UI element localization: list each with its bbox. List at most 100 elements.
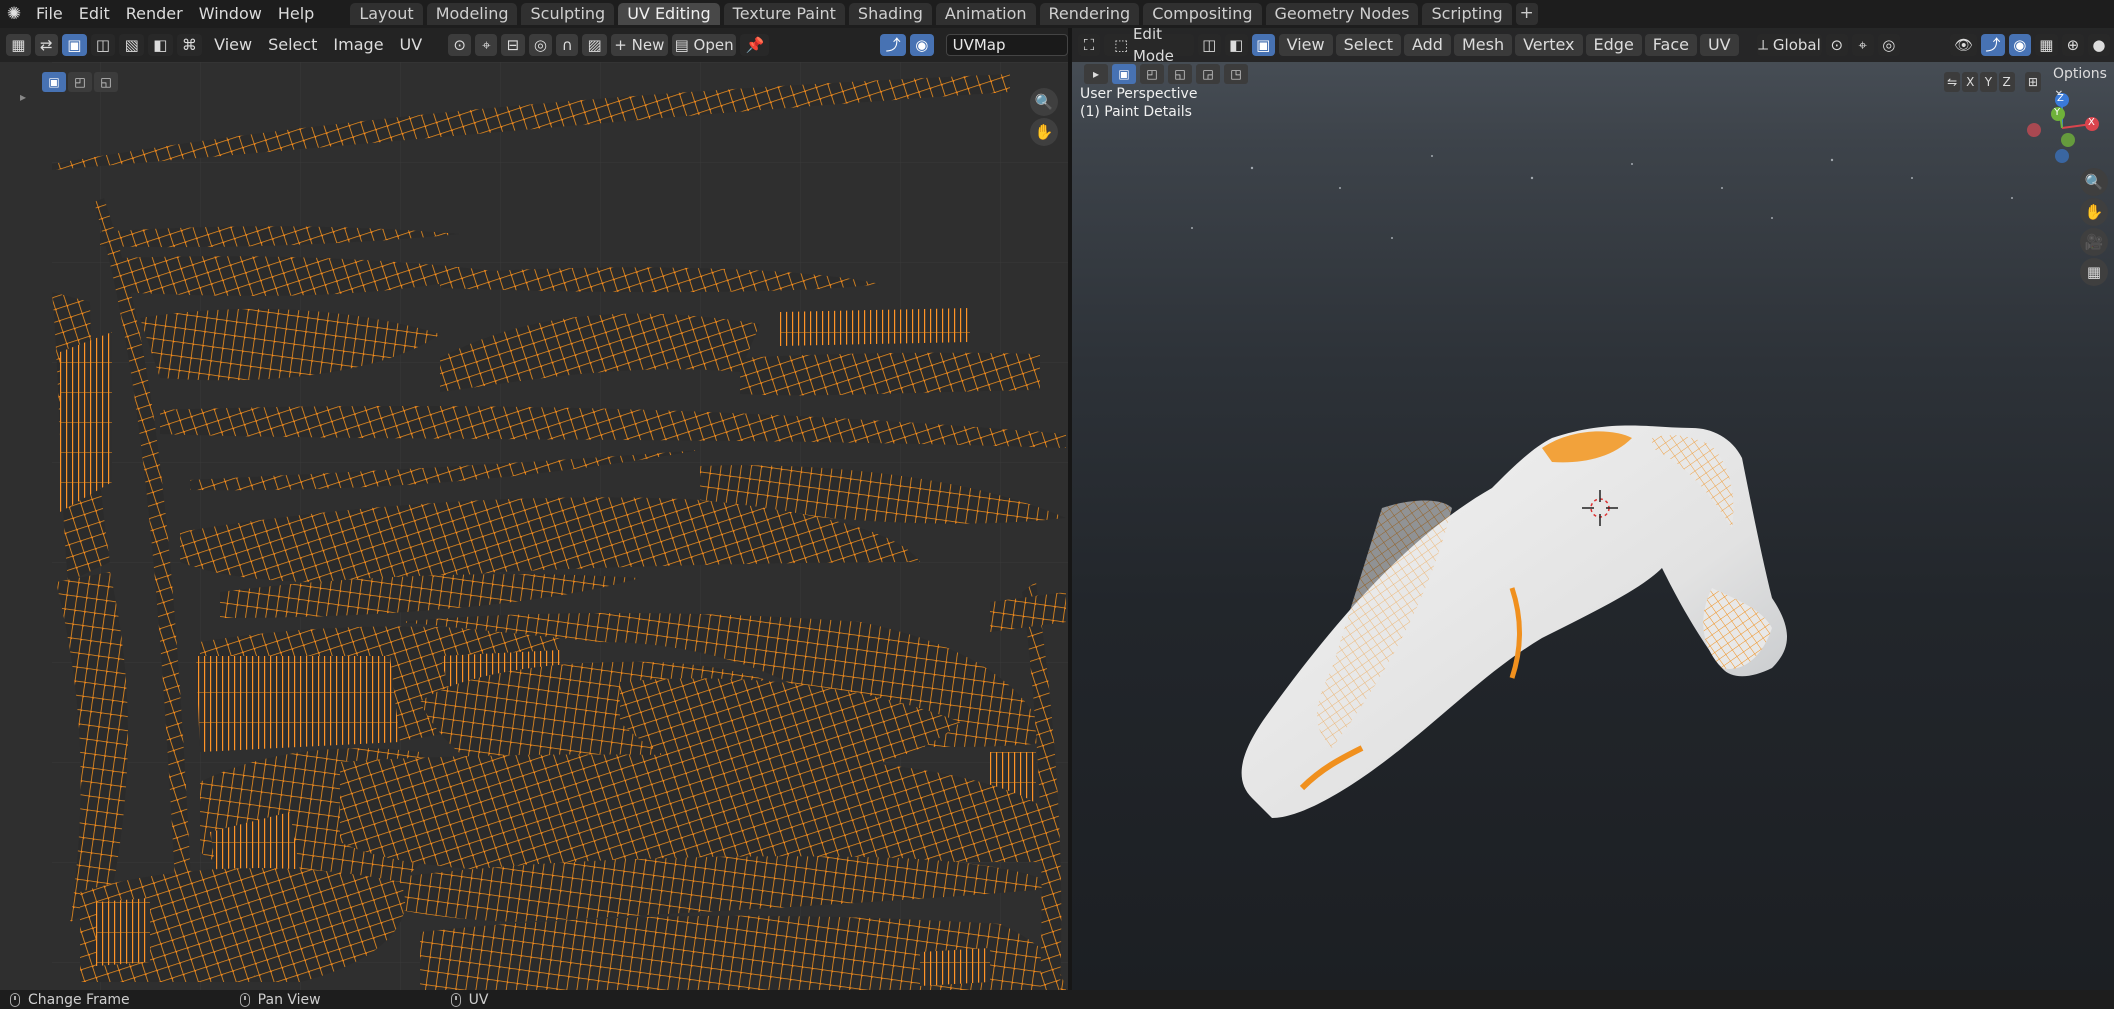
camera-icon[interactable]: 🎥 bbox=[2080, 228, 2108, 256]
select-mode-edge-icon[interactable]: ◫ bbox=[90, 34, 116, 56]
pin-icon[interactable]: 📌 bbox=[740, 34, 770, 56]
3d-viewport[interactable]: Z X Y ⛶ ⬚ Edit Mode ◫ ◧ ▣ View Select Ad… bbox=[1072, 28, 2114, 990]
menu-window[interactable]: Window bbox=[191, 0, 270, 28]
mouse-right-icon bbox=[450, 992, 461, 1007]
vp-proportional-icon[interactable]: ◎ bbox=[1877, 34, 1900, 56]
open-image-label: Open bbox=[693, 36, 734, 54]
vp-menu-edge[interactable]: Edge bbox=[1585, 34, 1642, 56]
shading-wire-icon[interactable]: ⊕ bbox=[2061, 34, 2084, 56]
editor-type-3d-icon[interactable]: ⛶ bbox=[1078, 34, 1100, 56]
tab-rendering[interactable]: Rendering bbox=[1039, 3, 1140, 25]
vp-overlay-icon[interactable]: ◉ bbox=[2008, 34, 2031, 56]
uv-menu-select[interactable]: Select bbox=[260, 34, 325, 56]
vp-gizmo-icon[interactable]: ⤴ bbox=[1981, 34, 2005, 56]
sync-selection-icon[interactable]: ⇄ bbox=[34, 34, 58, 56]
snapping-icon[interactable]: ⌖ bbox=[475, 34, 498, 56]
edge-select-icon[interactable]: ◧ bbox=[1224, 34, 1248, 56]
mode-label: Edit Mode bbox=[1132, 28, 1174, 65]
transform-orientation-selector[interactable]: ⟂ Global bbox=[1757, 34, 1822, 56]
vp-invert-selection-icon[interactable]: ◲ bbox=[1196, 64, 1220, 84]
tab-compositing[interactable]: Compositing bbox=[1143, 3, 1262, 25]
top-bar: ✺ File Edit Render Window Help Layout Mo… bbox=[0, 0, 2114, 28]
vp-new-selection-icon[interactable]: ▣ bbox=[1112, 64, 1136, 84]
mode-selector[interactable]: ⬚ Edit Mode bbox=[1104, 28, 1194, 65]
tab-uv-editing[interactable]: UV Editing bbox=[618, 3, 720, 25]
uv-canvas[interactable] bbox=[0, 62, 1068, 990]
axis-z-toggle[interactable]: Z bbox=[1998, 72, 2015, 92]
vp-subtract-selection-icon[interactable]: ◱ bbox=[1168, 64, 1192, 84]
mirror-icon[interactable]: ⇋ bbox=[1944, 72, 1961, 92]
uv-menu-image[interactable]: Image bbox=[325, 34, 391, 56]
falloff-icon[interactable]: ∩ bbox=[556, 34, 579, 56]
gizmo-toggle-icon[interactable]: ⤴ bbox=[880, 34, 906, 56]
vp-menu-face[interactable]: Face bbox=[1644, 34, 1697, 56]
vp-sub-header: ▸ ▣ ◰ ◱ ◲ ◳ bbox=[1084, 64, 1248, 84]
uv-menu-view[interactable]: View bbox=[206, 34, 260, 56]
new-image-button[interactable]: + New bbox=[610, 34, 668, 56]
tab-sculpting[interactable]: Sculpting bbox=[521, 3, 615, 25]
pivot-point-icon[interactable]: ⊙ bbox=[448, 34, 472, 56]
grid-icon[interactable]: ▦ bbox=[2080, 258, 2108, 286]
object-name-label: (1) Paint Details bbox=[1080, 104, 1192, 120]
mouse-middle-icon bbox=[239, 992, 250, 1007]
status-pan-view-label: Pan View bbox=[257, 991, 321, 1008]
sticky-selection-icon[interactable]: ⌘ bbox=[176, 34, 203, 56]
toolbar-toggle-icon[interactable]: ▸ bbox=[1084, 64, 1108, 84]
menu-file[interactable]: File bbox=[28, 0, 71, 28]
image-browse-icon[interactable]: ▨ bbox=[582, 34, 607, 56]
pivot-icon[interactable]: ⊙ bbox=[1825, 34, 1848, 56]
menu-render[interactable]: Render bbox=[118, 0, 191, 28]
vp-menu-select[interactable]: Select bbox=[1335, 34, 1401, 56]
subtract-selection-icon[interactable]: ◱ bbox=[94, 72, 118, 92]
auto-merge-icon[interactable]: ⊞ bbox=[2024, 72, 2041, 92]
uv-map-field[interactable]: UVMap bbox=[945, 34, 1068, 56]
tab-texture-paint[interactable]: Texture Paint bbox=[723, 3, 845, 25]
xray-icon[interactable]: ▦ bbox=[2034, 34, 2058, 56]
snap-target-icon[interactable]: ⊟ bbox=[501, 34, 525, 56]
pan-hand-icon[interactable]: ✋ bbox=[1030, 118, 1058, 146]
vp-intersect-selection-icon[interactable]: ◳ bbox=[1224, 64, 1248, 84]
uv-menu-uv[interactable]: UV bbox=[392, 34, 431, 56]
extend-selection-icon[interactable]: ◰ bbox=[68, 72, 92, 92]
shading-solid-icon[interactable]: ● bbox=[2087, 34, 2110, 56]
view-name-label: User Perspective bbox=[1080, 86, 1198, 102]
axis-y-toggle[interactable]: Y bbox=[1980, 72, 1997, 92]
menu-help[interactable]: Help bbox=[270, 0, 322, 28]
vp-menu-add[interactable]: Add bbox=[1403, 34, 1451, 56]
new-selection-icon[interactable]: ▣ bbox=[42, 72, 66, 92]
axis-toggle-group: ⇋ X Y Z ⊞ Options ⌄ bbox=[1944, 66, 2114, 98]
tab-scripting[interactable]: Scripting bbox=[1422, 3, 1512, 25]
vp-pan-hand-icon[interactable]: ✋ bbox=[2080, 198, 2108, 226]
vp-menu-uv[interactable]: UV bbox=[1699, 34, 1739, 56]
vp-extend-selection-icon[interactable]: ◰ bbox=[1140, 64, 1164, 84]
toolbar-expand-icon[interactable]: ▸ bbox=[20, 90, 26, 104]
vp-menu-view[interactable]: View bbox=[1278, 34, 1333, 56]
select-mode-vertex-icon[interactable]: ▣ bbox=[61, 34, 87, 56]
options-dropdown[interactable]: Options ⌄ bbox=[2053, 66, 2114, 98]
menu-edit[interactable]: Edit bbox=[71, 0, 118, 28]
tab-animation[interactable]: Animation bbox=[935, 3, 1036, 25]
vp-snapping-icon[interactable]: ⌖ bbox=[1851, 34, 1874, 56]
zoom-icon[interactable]: 🔍 bbox=[1030, 88, 1058, 116]
visibility-icon[interactable]: 👁 bbox=[1950, 34, 1978, 56]
axis-x-toggle[interactable]: X bbox=[1962, 72, 1979, 92]
face-select-icon[interactable]: ▣ bbox=[1251, 34, 1275, 56]
tab-shading[interactable]: Shading bbox=[848, 3, 932, 25]
status-change-frame-label: Change Frame bbox=[28, 991, 130, 1008]
vp-zoom-icon[interactable]: 🔍 bbox=[2080, 168, 2108, 196]
overlay-toggle-icon[interactable]: ◉ bbox=[909, 34, 934, 56]
vp-menu-mesh[interactable]: Mesh bbox=[1453, 34, 1513, 56]
status-bar: Change Frame Pan View UV bbox=[0, 990, 2114, 1009]
tab-layout[interactable]: Layout bbox=[350, 3, 423, 25]
tab-modeling[interactable]: Modeling bbox=[426, 3, 518, 25]
vp-menu-vertex[interactable]: Vertex bbox=[1515, 34, 1583, 56]
vertex-select-icon[interactable]: ◫ bbox=[1197, 34, 1221, 56]
select-mode-island-icon[interactable]: ◧ bbox=[148, 34, 173, 56]
editor-type-icon[interactable]: ▦ bbox=[6, 34, 31, 56]
open-image-button[interactable]: ▤ Open bbox=[671, 34, 737, 56]
proportional-edit-icon[interactable]: ◎ bbox=[528, 34, 553, 56]
add-workspace-button[interactable]: + bbox=[1515, 3, 1538, 25]
tab-geometry-nodes[interactable]: Geometry Nodes bbox=[1265, 3, 1419, 25]
blender-logo-icon[interactable]: ✺ bbox=[0, 0, 28, 28]
select-mode-face-icon[interactable]: ▧ bbox=[119, 34, 144, 56]
